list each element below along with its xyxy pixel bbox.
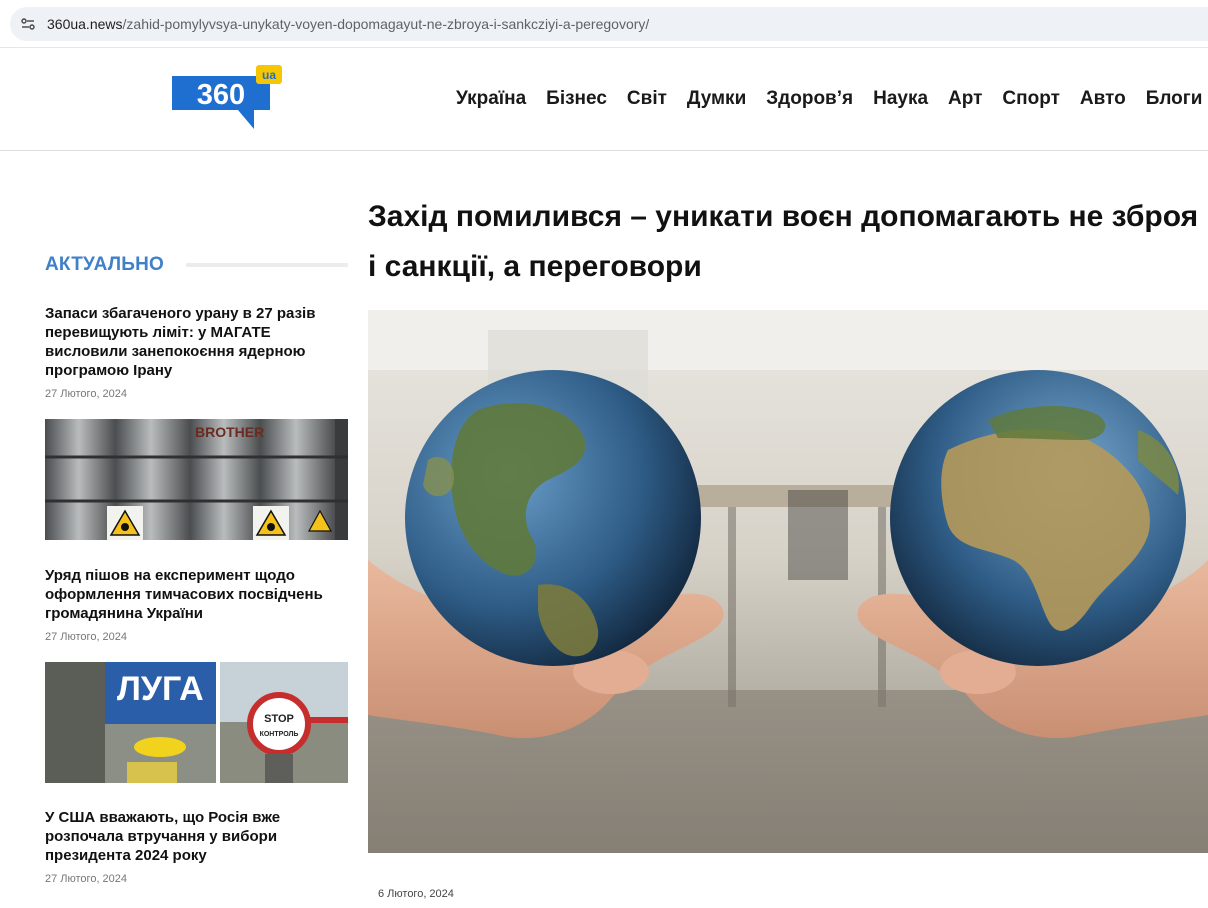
url-text[interactable]: 360ua.news/zahid-pomylyvsya-unykaty-voye… [47, 16, 649, 32]
address-bar[interactable]: 360ua.news/zahid-pomylyvsya-unykaty-voye… [10, 7, 1208, 41]
sidebar-trending: АКТУАЛЬНО Запаси збагаченого урану в 27 … [45, 252, 348, 885]
news-date: 27 Лютого, 2024 [45, 631, 128, 643]
url-host: 360ua.news [47, 16, 123, 32]
article: Захід помилився – уникати воєн допомагаю… [368, 192, 1208, 292]
nav-item-auto[interactable]: Авто [1080, 88, 1126, 110]
stop-sign-text: STOP [264, 713, 294, 725]
news-thumbnail-border[interactable]: ЛУГА STOP КОНТРОЛЬ [45, 662, 348, 783]
news-thumbnail-uranium[interactable]: BROTHER [45, 419, 348, 540]
url-path: /zahid-pomylyvsya-unykaty-voyen-dopomaga… [122, 16, 650, 32]
sidebar-divider [186, 263, 348, 267]
uranium-barrels-icon: BROTHER [45, 419, 348, 540]
stop-sign-subtext: КОНТРОЛЬ [260, 731, 299, 738]
nav-item-opinions[interactable]: Думки [687, 88, 746, 110]
site-logo[interactable]: 360 ua [172, 63, 284, 133]
news-item[interactable]: Запаси збагаченого урану в 27 разів пере… [45, 304, 348, 400]
logo-badge: ua [262, 68, 276, 82]
nav-item-sport[interactable]: Спорт [1002, 88, 1059, 110]
hands-holding-globes-icon [368, 310, 1208, 853]
article-hero-image [368, 310, 1208, 853]
news-title[interactable]: Уряд пішов на експеримент щодо оформленн… [45, 566, 348, 623]
nav-item-health[interactable]: Здоров’я [766, 88, 853, 110]
barrel-text: BROTHER [195, 424, 264, 440]
site-header: 360 ua Україна Бізнес Світ Думки Здоров’… [0, 48, 1208, 151]
news-item[interactable]: Уряд пішов на експеримент щодо оформленн… [45, 566, 348, 643]
sidebar-header: АКТУАЛЬНО [45, 252, 348, 278]
news-title[interactable]: У США вважають, що Росія вже розпочала в… [45, 808, 348, 865]
site-info-icon[interactable] [20, 16, 36, 32]
nav-item-blogs[interactable]: Блоги [1146, 88, 1203, 110]
nav-item-world[interactable]: Світ [627, 88, 667, 110]
nav-item-science[interactable]: Наука [873, 88, 928, 110]
article-date: 6 Лютого, 2024 [378, 888, 454, 900]
news-item[interactable]: У США вважають, що Росія вже розпочала в… [45, 808, 348, 885]
news-date: 27 Лютого, 2024 [45, 388, 128, 400]
nav-item-business[interactable]: Бізнес [546, 88, 607, 110]
border-control-icon: ЛУГА STOP КОНТРОЛЬ [45, 662, 348, 783]
article-title: Захід помилився – уникати воєн допомагаю… [368, 200, 1199, 283]
main-nav: Україна Бізнес Світ Думки Здоров’я Наука… [456, 88, 1202, 110]
news-title[interactable]: Запаси збагаченого урану в 27 разів пере… [45, 304, 348, 380]
border-sign-text: ЛУГА [117, 670, 204, 708]
nav-item-art[interactable]: Арт [948, 88, 982, 110]
news-date: 27 Лютого, 2024 [45, 873, 128, 885]
browser-toolbar: 360ua.news/zahid-pomylyvsya-unykaty-voye… [0, 0, 1208, 48]
nav-item-ukraine[interactable]: Україна [456, 88, 526, 110]
logo-text: 360 [197, 79, 245, 111]
sidebar-title: АКТУАЛЬНО [45, 254, 165, 275]
